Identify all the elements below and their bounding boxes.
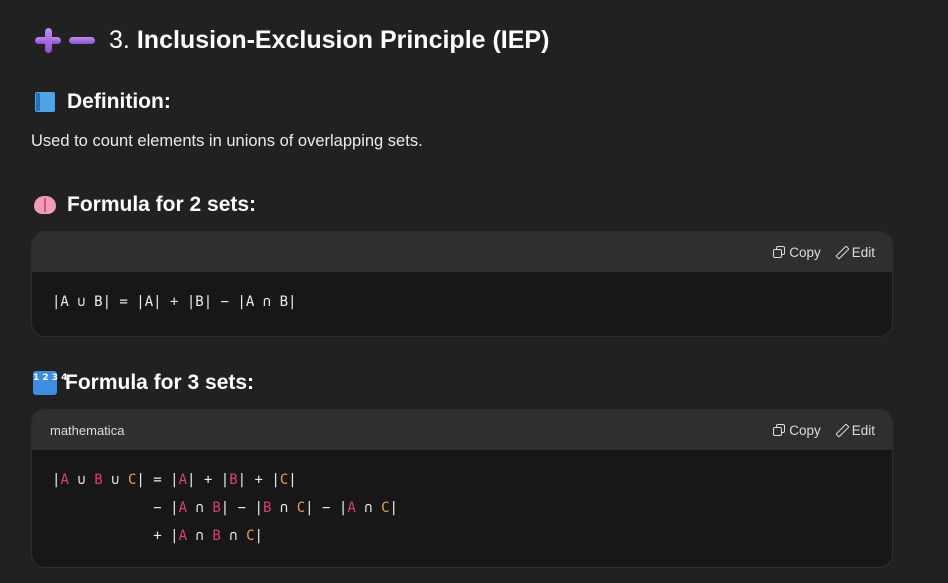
code-block-formula2: Copy Edit |A ∪ B| = |A| + |B| − |A ∩ B| [31, 231, 893, 337]
copy-icon [773, 246, 786, 258]
code-actions: Copy Edit [773, 245, 875, 260]
code-line: + |A ∩ B ∩ C| [153, 528, 263, 544]
code-block-header: Copy Edit [32, 232, 892, 272]
section-heading: 3. Inclusion-Exclusion Principle (IEP) [33, 22, 549, 58]
pencil-icon [835, 246, 848, 259]
section-number: 3. [109, 25, 130, 54]
formula2-heading-text: Formula for 2 sets: [67, 193, 257, 216]
book-icon [33, 90, 59, 114]
code-actions: Copy Edit [773, 423, 875, 438]
formula2-heading: Formula for 2 sets: [33, 191, 256, 219]
copy-button[interactable]: Copy [773, 245, 821, 260]
formula3-heading-text: Formula for 3 sets: [65, 371, 255, 394]
pencil-icon [835, 424, 848, 437]
edit-button[interactable]: Edit [835, 245, 875, 260]
definition-heading-text: Definition: [67, 90, 171, 113]
edit-label: Edit [851, 244, 875, 260]
code-body: |A ∪ B ∪ C| = |A| + |B| + |C| − |A ∩ B| … [32, 450, 892, 567]
code-line: |A ∪ B ∪ C| = |A| + |B| + |C| [52, 472, 297, 488]
copy-icon [773, 424, 786, 436]
section-title: Inclusion-Exclusion Principle (IEP) [136, 25, 550, 54]
code-line: − |A ∩ B| − |B ∩ C| − |A ∩ C| [153, 500, 398, 516]
code-body: |A ∪ B| = |A| + |B| − |A ∩ B| [32, 272, 892, 334]
code-block-formula3: mathematica Copy Edit |A ∪ B ∪ C| = |A| … [31, 409, 893, 568]
formula3-heading: 1 2 3 4 Formula for 3 sets: [33, 369, 254, 397]
code-block-header: mathematica Copy Edit [32, 410, 892, 450]
input-numbers-icon: 1 2 3 4 [33, 371, 67, 395]
edit-label: Edit [851, 422, 875, 438]
definition-text: Used to count elements in unions of over… [31, 132, 423, 150]
chat-message: 3. Inclusion-Exclusion Principle (IEP) D… [0, 0, 948, 583]
edit-button[interactable]: Edit [835, 423, 875, 438]
code-language: mathematica [50, 422, 125, 438]
plus-icon [33, 26, 63, 54]
minus-icon [67, 26, 97, 54]
copy-label: Copy [789, 422, 821, 438]
code-line: |A ∪ B| = |A| + |B| − |A ∩ B| [52, 294, 297, 310]
copy-label: Copy [789, 244, 821, 260]
copy-button[interactable]: Copy [773, 423, 821, 438]
brain-icon [33, 193, 59, 217]
definition-heading: Definition: [33, 88, 171, 116]
